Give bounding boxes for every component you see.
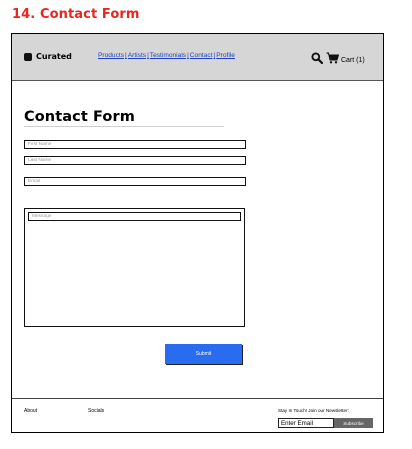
email-field[interactable] — [24, 177, 246, 186]
footer-link-about[interactable]: About — [24, 408, 37, 414]
submit-button[interactable]: Submit — [165, 344, 242, 364]
nav-link-products[interactable]: Products — [98, 52, 124, 59]
nav-link-profile[interactable]: Profile — [216, 52, 235, 59]
nav-link-testimonials[interactable]: Testimonials — [150, 52, 186, 59]
page-caption: 14. Contact Form — [12, 7, 140, 22]
title-divider — [24, 126, 224, 127]
footer-link-socials[interactable]: Socials — [88, 408, 104, 414]
subscribe-button[interactable]: Subscribe — [334, 418, 373, 428]
nav-link-artists[interactable]: Artists — [128, 52, 146, 59]
cart-label: Cart (1) — [341, 56, 365, 64]
browser-frame: Curated Products|Artists|Testimonials|Co… — [11, 33, 384, 433]
nav-separator: | — [213, 52, 216, 59]
nav-separator: | — [125, 52, 127, 59]
cart-icon — [326, 51, 340, 69]
logo-mark-icon — [24, 52, 32, 61]
message-field[interactable] — [28, 212, 241, 221]
header-bar: Curated Products|Artists|Testimonials|Co… — [12, 34, 383, 81]
logo[interactable]: Curated — [24, 52, 72, 61]
nav-separator: | — [187, 52, 189, 59]
newsletter-label: Stay In Touch! Join our Newsletter: — [278, 408, 349, 413]
main-nav: Products|Artists|Testimonials|Contact|Pr… — [98, 52, 235, 59]
first-name-field[interactable] — [24, 140, 246, 149]
search-icon[interactable] — [311, 51, 324, 65]
newsletter-email-input[interactable] — [278, 418, 334, 428]
page-title: Contact Form — [24, 109, 135, 125]
last-name-field[interactable] — [24, 156, 246, 165]
cart-button[interactable]: Cart (1) — [326, 51, 365, 69]
message-box[interactable] — [24, 208, 245, 327]
footer-divider — [12, 398, 383, 399]
nav-link-contact[interactable]: Contact — [190, 52, 213, 59]
nav-separator: | — [147, 52, 149, 59]
logo-text: Curated — [36, 52, 72, 61]
